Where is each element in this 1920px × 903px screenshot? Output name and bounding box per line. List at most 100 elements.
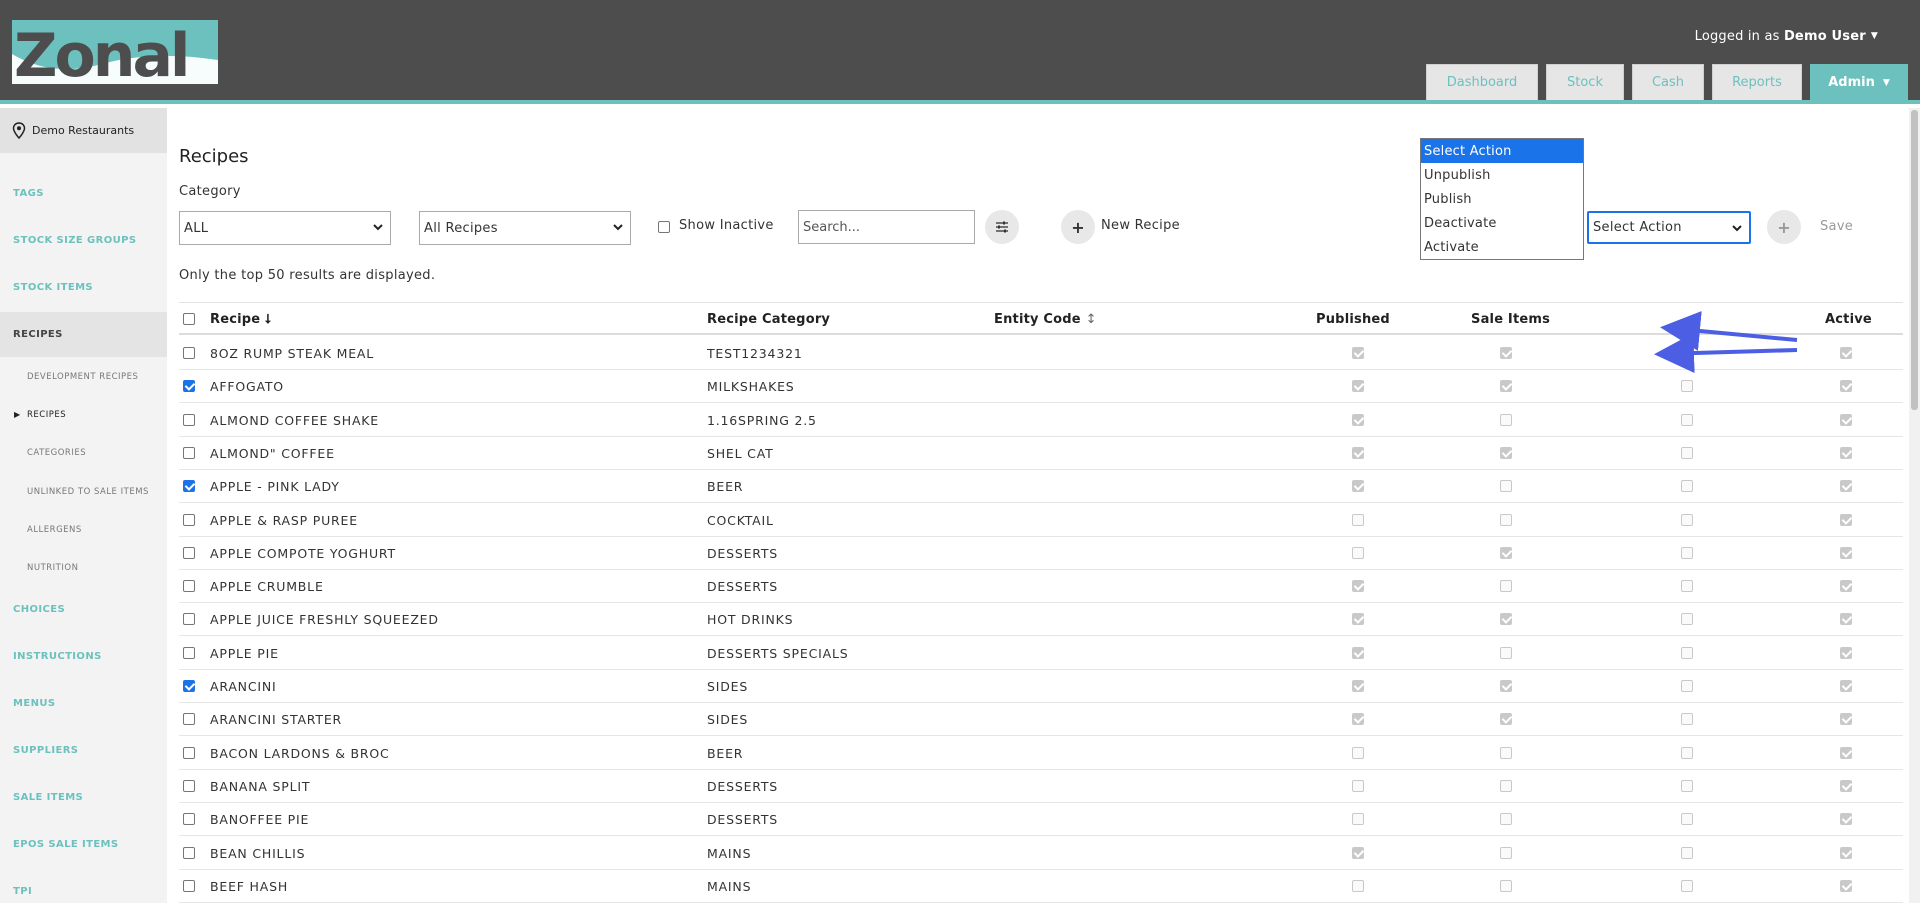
- zonal-logo[interactable]: Zonal: [12, 20, 218, 84]
- user-menu[interactable]: Logged in as Demo User ▼: [1695, 29, 1878, 44]
- table-row[interactable]: ARANCINI STARTER SIDES: [179, 703, 1903, 737]
- recipes-filter-select[interactable]: All Recipes: [419, 211, 631, 245]
- sidebar-sub-unlinked[interactable]: UNLINKED TO SALE ITEMS: [0, 487, 167, 497]
- row-select-checkbox[interactable]: [183, 513, 195, 526]
- sidebar-sub-allergens[interactable]: ALLERGENS: [0, 525, 167, 535]
- recipe-name-cell[interactable]: BEEF HASH: [210, 879, 288, 894]
- table-row[interactable]: APPLE - PINK LADY BEER: [179, 470, 1903, 504]
- table-row[interactable]: BANOFFEE PIE DESSERTS: [179, 803, 1903, 837]
- table-row[interactable]: BANANA SPLIT DESSERTS: [179, 770, 1903, 803]
- show-inactive-checkbox[interactable]: [658, 221, 670, 233]
- table-row[interactable]: APPLE COMPOTE YOGHURT DESSERTS: [179, 537, 1903, 570]
- sidebar-item-stock-size-groups[interactable]: STOCK SIZE GROUPS: [0, 235, 167, 246]
- table-row[interactable]: APPLE & RASP PUREE COCKTAIL: [179, 504, 1903, 537]
- recipe-name-cell[interactable]: ARANCINI: [210, 679, 276, 694]
- row-select-checkbox[interactable]: [183, 646, 195, 659]
- sidebar-item-tags[interactable]: TAGS: [0, 188, 167, 199]
- nav-admin[interactable]: Admin ▼: [1810, 64, 1908, 100]
- row-select-checkbox[interactable]: [183, 380, 195, 393]
- action-option-select[interactable]: Select Action: [1421, 139, 1583, 163]
- table-row[interactable]: BACON LARDONS & BROC BEER: [179, 737, 1903, 770]
- col-header-entity-code[interactable]: Entity Code ↕: [994, 312, 1097, 327]
- table-row[interactable]: ARANCINI SIDES: [179, 670, 1903, 703]
- table-row[interactable]: APPLE CRUMBLE DESSERTS: [179, 570, 1903, 604]
- table-row[interactable]: APPLE PIE DESSERTS SPECIALS: [179, 637, 1903, 670]
- sidebar-item-epos-sale-items[interactable]: EPOS SALE ITEMS: [0, 839, 167, 850]
- table-row[interactable]: APPLE JUICE FRESHLY SQUEEZED HOT DRINKS: [179, 603, 1903, 637]
- recipe-name-cell[interactable]: BEAN CHILLIS: [210, 846, 305, 861]
- select-all-checkbox[interactable]: [183, 313, 195, 325]
- recipe-name-cell[interactable]: BANANA SPLIT: [210, 779, 310, 794]
- nav-reports[interactable]: Reports: [1712, 64, 1802, 100]
- row-select-checkbox[interactable]: [183, 480, 195, 493]
- row-select-checkbox[interactable]: [183, 347, 195, 359]
- row-select-checkbox[interactable]: [183, 879, 195, 892]
- recipe-name-cell[interactable]: APPLE COMPOTE YOGHURT: [210, 546, 396, 561]
- recipe-name-cell[interactable]: AFFOGATO: [210, 379, 284, 394]
- sidebar-item-tpi[interactable]: TPI: [0, 886, 167, 897]
- recipe-name-cell[interactable]: APPLE & RASP PUREE: [210, 513, 358, 528]
- table-row[interactable]: 8OZ RUMP STEAK MEAL TEST1234321: [179, 337, 1903, 370]
- row-select-checkbox[interactable]: [183, 446, 195, 459]
- save-button[interactable]: +: [1767, 210, 1801, 244]
- sidebar-item-recipes[interactable]: RECIPES: [0, 312, 167, 357]
- row-select-checkbox[interactable]: [183, 680, 195, 692]
- col-header-sale-items[interactable]: Sale Items: [1471, 312, 1550, 327]
- action-option-activate[interactable]: Activate: [1421, 235, 1583, 259]
- col-header-published[interactable]: Published: [1316, 312, 1390, 327]
- filter-settings-button[interactable]: [985, 210, 1019, 244]
- search-input[interactable]: [798, 210, 975, 244]
- col-header-recipe[interactable]: Recipe ⭣: [210, 312, 271, 327]
- recipe-name-cell[interactable]: APPLE CRUMBLE: [210, 579, 324, 594]
- recipe-name-cell[interactable]: APPLE PIE: [210, 646, 279, 661]
- table-row[interactable]: ALMOND COFFEE SHAKE 1.16SPRING 2.5: [179, 404, 1903, 437]
- recipe-name-cell[interactable]: ARANCINI STARTER: [210, 712, 342, 727]
- row-select-checkbox[interactable]: [183, 713, 195, 726]
- recipe-name-cell[interactable]: APPLE JUICE FRESHLY SQUEEZED: [210, 612, 439, 627]
- action-select[interactable]: Select Action: [1587, 211, 1751, 244]
- site-selector[interactable]: Demo Restaurants: [0, 108, 167, 153]
- table-row[interactable]: AFFOGATO MILKSHAKES: [179, 370, 1903, 404]
- row-select-checkbox[interactable]: [183, 746, 195, 759]
- nav-stock[interactable]: Stock: [1546, 64, 1624, 100]
- new-recipe-button[interactable]: +: [1061, 210, 1095, 244]
- scroll-thumb[interactable]: [1911, 110, 1918, 410]
- row-select-checkbox[interactable]: [183, 846, 195, 859]
- page-scrollbar[interactable]: [1909, 108, 1920, 903]
- row-select-checkbox[interactable]: [183, 613, 195, 626]
- action-option-deactivate[interactable]: Deactivate: [1421, 211, 1583, 235]
- new-recipe-label[interactable]: New Recipe: [1101, 218, 1180, 233]
- table-row[interactable]: BEAN CHILLIS MAINS: [179, 837, 1903, 870]
- table-row[interactable]: ALMOND" COFFEE SHEL CAT: [179, 437, 1903, 470]
- recipe-name-cell[interactable]: 8OZ RUMP STEAK MEAL: [210, 346, 374, 361]
- row-select-checkbox[interactable]: [183, 580, 195, 593]
- sidebar-sub-nutrition[interactable]: NUTRITION: [0, 563, 167, 573]
- sidebar-item-suppliers[interactable]: SUPPLIERS: [0, 745, 167, 756]
- recipe-name-cell[interactable]: BANOFFEE PIE: [210, 812, 309, 827]
- recipe-name-cell[interactable]: ALMOND" COFFEE: [210, 446, 335, 461]
- save-label[interactable]: Save: [1820, 219, 1853, 234]
- col-header-active[interactable]: Active: [1825, 312, 1872, 327]
- action-option-publish[interactable]: Publish: [1421, 187, 1583, 211]
- col-header-category[interactable]: Recipe Category: [707, 312, 830, 327]
- nav-dashboard[interactable]: Dashboard: [1426, 64, 1538, 100]
- sidebar-item-stock-items[interactable]: STOCK ITEMS: [0, 282, 167, 293]
- sidebar-item-choices[interactable]: CHOICES: [0, 604, 167, 615]
- recipe-name-cell[interactable]: ALMOND COFFEE SHAKE: [210, 413, 379, 428]
- action-option-unpublish[interactable]: Unpublish: [1421, 163, 1583, 187]
- nav-cash[interactable]: Cash: [1632, 64, 1704, 100]
- category-select[interactable]: ALL: [179, 211, 391, 245]
- sidebar-item-instructions[interactable]: INSTRUCTIONS: [0, 651, 167, 662]
- sidebar-sub-development-recipes[interactable]: DEVELOPMENT RECIPES: [0, 372, 167, 382]
- sidebar-item-sale-items[interactable]: SALE ITEMS: [0, 792, 167, 803]
- recipe-name-cell[interactable]: APPLE - PINK LADY: [210, 479, 340, 494]
- row-select-checkbox[interactable]: [183, 546, 195, 559]
- row-select-checkbox[interactable]: [183, 413, 195, 426]
- table-row[interactable]: BEEF HASH MAINS: [179, 870, 1903, 903]
- recipe-name-cell[interactable]: BACON LARDONS & BROC: [210, 746, 390, 761]
- sidebar-sub-recipes[interactable]: ▶ RECIPES: [0, 410, 167, 420]
- sidebar-item-menus[interactable]: MENUS: [0, 698, 167, 709]
- row-select-checkbox[interactable]: [183, 779, 195, 792]
- row-select-checkbox[interactable]: [183, 813, 195, 826]
- sidebar-sub-categories[interactable]: CATEGORIES: [0, 448, 167, 458]
